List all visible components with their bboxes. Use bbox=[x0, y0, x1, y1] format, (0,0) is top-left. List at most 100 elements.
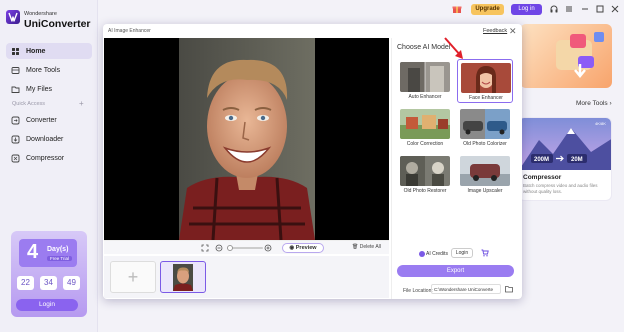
model-label: Auto Enhancer bbox=[408, 94, 442, 100]
model-thumbnail bbox=[400, 62, 450, 92]
thumbnail-strip: + bbox=[104, 256, 389, 298]
thumbnail-photo bbox=[173, 264, 193, 291]
minimize-icon[interactable] bbox=[580, 4, 590, 14]
size-before-label: 200M bbox=[534, 157, 549, 163]
compressor-card-image: 200M 20M 4K/8K bbox=[519, 118, 611, 170]
ai-credits-icon bbox=[419, 251, 425, 257]
free-trial-badge: Free Trial bbox=[47, 256, 73, 261]
preview-button[interactable]: ◉ Preview bbox=[282, 243, 324, 253]
maximize-icon[interactable] bbox=[595, 4, 605, 14]
headset-icon[interactable] bbox=[549, 4, 559, 14]
sidebar-item-label: My Files bbox=[26, 85, 53, 93]
sidebar-item-label: Home bbox=[26, 47, 46, 55]
sidebar-item-downloader[interactable]: Downloader bbox=[6, 131, 92, 147]
model-auto-enhancer[interactable]: Auto Enhancer bbox=[397, 59, 453, 103]
model-thumbnail bbox=[461, 63, 511, 93]
resolution-tag: 4K/8K bbox=[595, 121, 606, 126]
sidebar-item-label: More Tools bbox=[26, 66, 61, 74]
app-logo-icon bbox=[6, 10, 20, 24]
trial-days-number: 4 bbox=[27, 241, 39, 263]
home-icon bbox=[11, 47, 20, 56]
compress-icon bbox=[11, 154, 20, 163]
sidebar-item-label: Compressor bbox=[26, 154, 65, 162]
feature-banner-illustration bbox=[556, 32, 604, 78]
size-after-label: 20M bbox=[571, 157, 583, 163]
more-tools-link[interactable]: More Tools › bbox=[576, 100, 612, 107]
brand-name-small: Wondershare bbox=[24, 11, 57, 17]
countdown-hours: 22 bbox=[17, 276, 34, 290]
model-label: Face Enhancer bbox=[469, 95, 503, 101]
gift-icon[interactable] bbox=[452, 4, 462, 14]
image-thumbnail[interactable] bbox=[160, 261, 206, 293]
trial-promo-card: 4 Day(s) Free Trial 22 34 49 Login bbox=[11, 231, 87, 317]
export-button[interactable]: Export bbox=[397, 265, 514, 277]
delete-all-label: Delete All bbox=[359, 244, 381, 250]
sidebar: Wondershare UniConverter Home More Tools… bbox=[0, 0, 98, 332]
sidebar-item-my-files[interactable]: My Files bbox=[6, 81, 92, 97]
preview-controls: ◉ Preview 🗑 Delete All bbox=[104, 240, 389, 254]
model-label: Old Photo Colorizer bbox=[463, 141, 507, 147]
download-icon bbox=[11, 135, 20, 144]
sidebar-item-home[interactable]: Home bbox=[6, 43, 92, 59]
model-label: Old Photo Restorer bbox=[403, 188, 447, 194]
add-quick-access-button[interactable]: + bbox=[79, 99, 84, 108]
ai-credits-label: AI Credits bbox=[426, 251, 448, 257]
model-label: Image Upscaler bbox=[467, 188, 503, 194]
delete-all-button[interactable]: 🗑 Delete All bbox=[352, 244, 381, 250]
model-thumbnail bbox=[400, 156, 450, 186]
model-image-upscaler[interactable]: Image Upscaler bbox=[457, 153, 513, 197]
feature-banner-card[interactable] bbox=[520, 24, 612, 88]
file-location-select[interactable]: C:\Wondershare UniConverte bbox=[431, 284, 501, 294]
close-icon[interactable]: ✕ bbox=[509, 26, 517, 37]
promo-login-button[interactable]: Login bbox=[16, 299, 78, 311]
dialog-title: AI Image Enhancer bbox=[108, 28, 151, 34]
trial-days-text: Day(s) bbox=[47, 246, 69, 253]
zoom-in-icon[interactable] bbox=[264, 244, 272, 252]
zoom-slider-handle[interactable] bbox=[227, 245, 233, 251]
model-thumbnail bbox=[460, 156, 510, 186]
model-thumbnail bbox=[400, 109, 450, 139]
grid-icon bbox=[11, 66, 20, 75]
portrait-photo bbox=[179, 38, 315, 240]
compressor-card-desc: Batch compress video and audio files wit… bbox=[523, 183, 598, 194]
sidebar-item-converter[interactable]: Converter bbox=[6, 112, 92, 128]
model-thumbnail bbox=[460, 109, 510, 139]
countdown-minutes: 34 bbox=[40, 276, 57, 290]
sidebar-item-label: Downloader bbox=[26, 135, 64, 143]
sidebar-item-label: Converter bbox=[26, 116, 57, 124]
compressor-card-title: Compressor bbox=[523, 174, 562, 181]
sidebar-item-more-tools[interactable]: More Tools bbox=[6, 62, 92, 78]
panel-login-button[interactable]: Login bbox=[451, 248, 473, 258]
eye-icon: ◉ bbox=[289, 245, 295, 251]
model-face-enhancer[interactable]: Face Enhancer bbox=[457, 59, 513, 103]
zoom-out-icon[interactable] bbox=[215, 244, 223, 252]
more-tools-label: More Tools bbox=[576, 100, 608, 107]
folder-icon bbox=[11, 85, 20, 94]
model-old-photo-colorizer[interactable]: Old Photo Colorizer bbox=[457, 106, 513, 150]
trash-icon: 🗑 bbox=[352, 244, 359, 250]
sidebar-item-compressor[interactable]: Compressor bbox=[6, 150, 92, 166]
open-folder-icon[interactable] bbox=[505, 285, 513, 293]
brand-name: UniConverter bbox=[24, 18, 91, 30]
model-color-correction[interactable]: Color Correction bbox=[397, 106, 453, 150]
model-old-photo-restorer[interactable]: Old Photo Restorer bbox=[397, 153, 453, 197]
top-login-button[interactable]: Log in bbox=[511, 4, 542, 15]
trial-days-box: 4 Day(s) Free Trial bbox=[19, 239, 77, 267]
model-label: Color Correction bbox=[406, 141, 444, 147]
ai-image-enhancer-dialog: AI Image Enhancer Feedback ✕ ◉ Preview 🗑… bbox=[103, 24, 522, 299]
feedback-link[interactable]: Feedback bbox=[483, 28, 507, 34]
menu-icon[interactable] bbox=[564, 4, 574, 14]
convert-icon bbox=[11, 116, 20, 125]
panel-divider bbox=[391, 38, 392, 299]
close-window-icon[interactable] bbox=[610, 4, 620, 14]
image-preview bbox=[104, 38, 389, 240]
preview-button-label: Preview bbox=[295, 245, 317, 251]
fit-screen-icon[interactable] bbox=[201, 244, 209, 252]
upgrade-button[interactable]: Upgrade bbox=[471, 4, 504, 15]
countdown-seconds: 49 bbox=[63, 276, 80, 290]
file-location-label: File Location: bbox=[403, 288, 433, 294]
add-image-button[interactable]: + bbox=[110, 261, 156, 293]
cart-icon[interactable] bbox=[481, 249, 489, 257]
compressor-card[interactable]: 200M 20M 4K/8K Compressor Batch compress… bbox=[518, 117, 612, 201]
quick-access-label: Quick Access bbox=[12, 101, 46, 107]
